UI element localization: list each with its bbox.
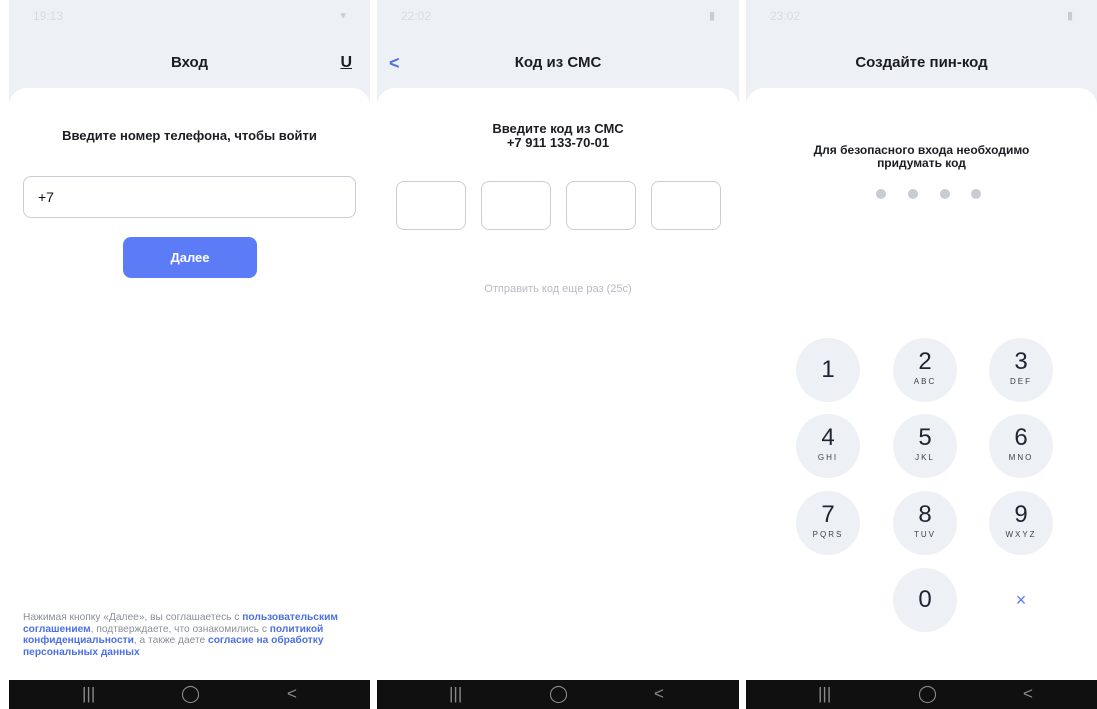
battery-icon: ▮ (708, 10, 715, 22)
status-bar: 19:13 ▾ (9, 0, 370, 36)
page-title: Код из СМС (514, 54, 602, 71)
code-prompt-text: Введите код из СМС (492, 121, 624, 136)
pin-prompt-line-2: придумать код (877, 156, 966, 170)
key-7[interactable]: 7 PQRS (796, 491, 860, 555)
delete-icon[interactable]: × (989, 568, 1053, 632)
support-icon[interactable]: U (340, 38, 352, 88)
create-pin-screen: 23:02 ▮ Создайте пин-код Для безопасного… (746, 0, 1097, 709)
status-time: 23:02 (770, 9, 801, 23)
key-digit: 8 (918, 501, 932, 528)
pin-dot-4 (971, 189, 981, 199)
header: < Код из СМС (377, 38, 739, 88)
key-digit: 7 (821, 501, 835, 528)
signal-icon: ▾ (340, 10, 346, 22)
back-nav-icon[interactable]: < (1023, 683, 1033, 705)
system-nav-bar: ||| ◯ < (377, 680, 739, 709)
status-bar: 23:02 ▮ (746, 0, 1097, 36)
recents-icon[interactable]: ||| (82, 683, 95, 705)
key-letters: TUV (914, 530, 936, 539)
key-3[interactable]: 3 DEF (989, 338, 1053, 402)
home-icon[interactable]: ◯ (549, 683, 568, 705)
recents-icon[interactable]: ||| (449, 683, 462, 705)
back-arrow-icon[interactable]: < (389, 38, 400, 88)
key-digit: 1 (821, 356, 835, 383)
home-icon[interactable]: ◯ (181, 683, 200, 705)
back-nav-icon[interactable]: < (287, 683, 297, 705)
header: Создайте пин-код (746, 38, 1097, 88)
key-0[interactable]: 0 (893, 568, 957, 632)
content-card (377, 88, 739, 680)
pin-dot-1 (876, 189, 886, 199)
code-digit-1[interactable] (396, 181, 466, 230)
key-8[interactable]: 8 TUV (893, 491, 957, 555)
key-digit: 5 (918, 424, 932, 451)
key-digit: 4 (821, 424, 835, 451)
sms-code-screen: 22:02 ▮ < Код из СМС Введите код из СМС … (377, 0, 739, 709)
key-letters: GHI (817, 453, 839, 462)
system-nav-bar: ||| ◯ < (9, 680, 370, 709)
key-1[interactable]: 1 (796, 338, 860, 402)
key-letters: MNO (1008, 453, 1034, 462)
status-time: 19:13 (33, 9, 64, 23)
page-title: Вход (170, 54, 209, 71)
code-prompt: Введите код из СМС +7 911 133-70-01 (377, 122, 739, 150)
battery-icon: ▮ (1066, 10, 1073, 22)
recents-icon[interactable]: ||| (818, 683, 831, 705)
key-letters: PQRS (812, 530, 844, 539)
system-nav-bar: ||| ◯ < (746, 680, 1097, 709)
home-icon[interactable]: ◯ (918, 683, 937, 705)
code-digit-3[interactable] (566, 181, 636, 230)
key-digit: 6 (1014, 424, 1028, 451)
next-button[interactable]: Далее (123, 237, 257, 278)
code-digit-4[interactable] (651, 181, 721, 230)
code-digit-2[interactable] (481, 181, 551, 230)
phone-prompt: Введите номер телефона, чтобы войти (62, 128, 317, 143)
status-bar: 22:02 ▮ (377, 0, 739, 36)
resend-code-link[interactable]: Отправить код еще раз (25с) (377, 283, 739, 295)
pin-dot-3 (940, 189, 950, 199)
page-title: Создайте пин-код (855, 54, 988, 71)
key-6[interactable]: 6 MNO (989, 414, 1053, 478)
key-2[interactable]: 2 ABC (893, 338, 957, 402)
legal-text-1: Нажимая кнопку «Далее», вы соглашаетесь … (23, 612, 243, 623)
pin-prompt: Для безопасного входа необходимо придума… (746, 144, 1097, 170)
key-5[interactable]: 5 JKL (893, 414, 957, 478)
back-nav-icon[interactable]: < (654, 683, 664, 705)
key-letters: WXYZ (1005, 530, 1037, 539)
key-digit: 0 (918, 586, 932, 613)
status-time: 22:02 (401, 9, 432, 23)
key-letters: ABC (913, 377, 937, 386)
legal-text-2: , подтверждаете, что ознакомились с (90, 623, 270, 635)
legal-text: Нажимая кнопку «Далее», вы соглашаетесь … (23, 612, 361, 658)
key-digit: 2 (918, 348, 932, 375)
key-digit: 9 (1014, 501, 1028, 528)
key-4[interactable]: 4 GHI (796, 414, 860, 478)
key-digit: 3 (1014, 348, 1028, 375)
legal-text-3: , а также даете (133, 635, 209, 646)
pin-dot-2 (908, 189, 918, 199)
header: Вход U (9, 38, 370, 88)
phone-number: +7 911 133-70-01 (506, 135, 610, 150)
key-letters: DEF (1010, 377, 1032, 386)
login-screen: 19:13 ▾ Вход U Введите номер телефона, ч… (9, 0, 370, 709)
phone-input[interactable]: +7 (23, 176, 356, 218)
key-letters: JKL (915, 453, 935, 462)
key-9[interactable]: 9 WXYZ (989, 491, 1053, 555)
